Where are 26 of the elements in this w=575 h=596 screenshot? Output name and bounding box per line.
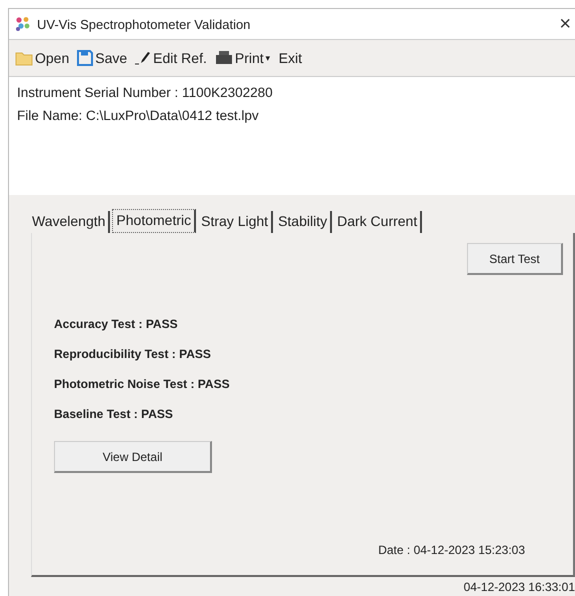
view-detail-button[interactable]: View Detail xyxy=(54,441,212,473)
info-line: Instrument Serial Number : 1100K2302280 xyxy=(17,85,274,100)
close-button[interactable]: × xyxy=(551,12,575,36)
printer-icon xyxy=(214,50,233,66)
window-title: UV-Vis Spectrophotometer Validation xyxy=(37,16,252,32)
pencil-icon xyxy=(135,51,152,65)
status-time: 04-12-2023 16:33:01 xyxy=(464,580,575,594)
date-label: Date : 04-12-2023 15:23:03 xyxy=(378,543,525,557)
toolbar-button[interactable]: Print▾ xyxy=(212,50,273,66)
tab[interactable]: Stability xyxy=(275,211,332,233)
result-label: Photometric Noise Test : PASS xyxy=(54,377,231,393)
result-label: Accuracy Test : PASS xyxy=(54,317,179,333)
dots-logo-icon xyxy=(15,16,31,32)
info-line: File Name: C:\LuxPro\Data\0412 test.lpv xyxy=(17,108,260,123)
tab[interactable]: Wavelength xyxy=(29,211,110,233)
start-test-button[interactable]: Start Test xyxy=(467,243,563,275)
result-label: Reproducibility Test : PASS xyxy=(54,347,212,363)
result-label: Baseline Test : PASS xyxy=(54,407,174,423)
tab[interactable]: Dark Current xyxy=(334,211,422,233)
toolbar-button[interactable]: Edit Ref. xyxy=(133,50,209,66)
toolbar-button[interactable]: Open xyxy=(13,50,72,66)
folder-icon xyxy=(15,50,33,66)
toolbar-button[interactable]: Save xyxy=(75,50,130,66)
toolbar-button[interactable]: Exit xyxy=(276,50,304,66)
tab[interactable]: Stray Light xyxy=(198,211,274,233)
tab[interactable]: Photometric xyxy=(112,209,196,233)
